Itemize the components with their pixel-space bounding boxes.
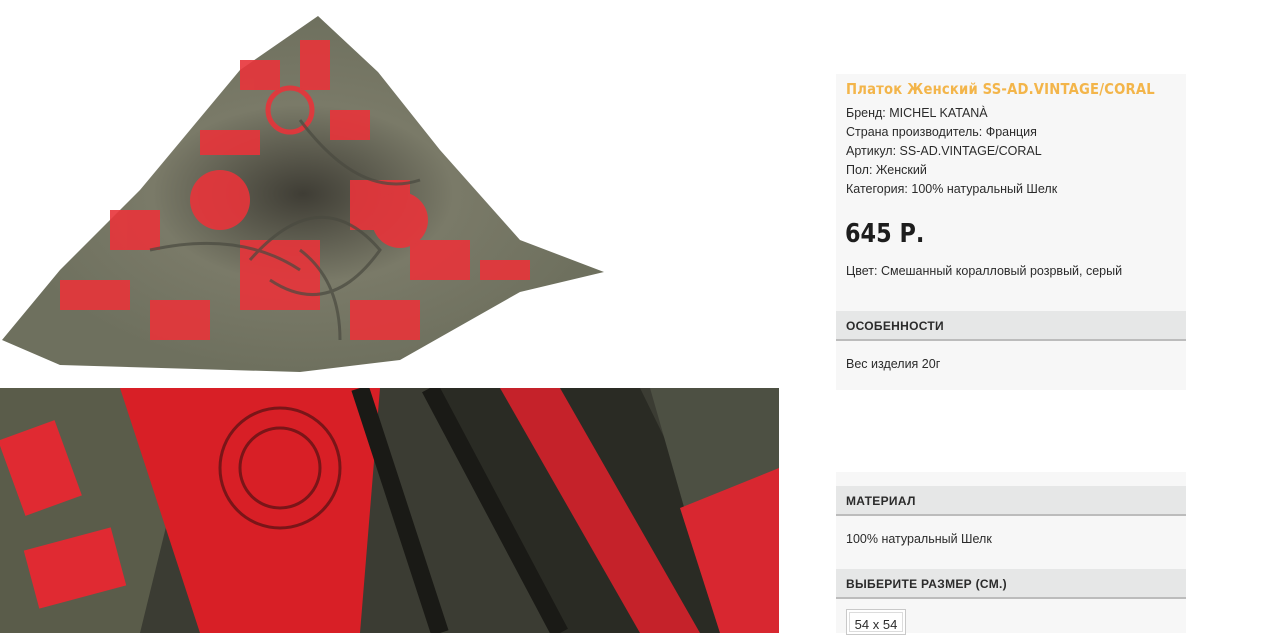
spec-country: Страна производитель: Франция: [846, 125, 1037, 139]
spec-sku: Артикул: SS-AD.VINTAGE/CORAL: [846, 144, 1042, 158]
spec-category: Категория: 100% натуральный Шелк: [846, 182, 1058, 196]
spec-gender: Пол: Женский: [846, 163, 927, 177]
product-price: 645 Р.: [845, 219, 925, 249]
spec-brand: Бренд: MICHEL KATANÀ: [846, 106, 988, 120]
features-heading[interactable]: ОСОБЕННОСТИ: [836, 311, 1186, 341]
size-option-54x54[interactable]: 54 x 54: [846, 609, 906, 635]
size-heading-label: ВЫБЕРИТЕ РАЗМЕР (СМ.): [846, 577, 1007, 591]
features-text: Вес изделия 20г: [846, 357, 941, 371]
material-heading-label: МАТЕРИАЛ: [846, 494, 916, 508]
features-heading-label: ОСОБЕННОСТИ: [846, 319, 944, 333]
material-size-card: МАТЕРИАЛ 100% натуральный Шелк ВЫБЕРИТЕ …: [836, 472, 1186, 635]
product-image-closeup[interactable]: [0, 388, 779, 633]
product-color: Цвет: Смешанный коралловый розрвый, серы…: [846, 264, 1123, 278]
material-text: 100% натуральный Шелк: [846, 532, 992, 546]
product-image-main[interactable]: [0, 0, 779, 388]
product-title: Платок Женский SS-AD.VINTAGE/CORAL: [846, 80, 1155, 98]
product-info-card: Платок Женский SS-AD.VINTAGE/CORAL Бренд…: [836, 74, 1186, 390]
material-heading[interactable]: МАТЕРИАЛ: [836, 486, 1186, 516]
size-heading[interactable]: ВЫБЕРИТЕ РАЗМЕР (СМ.): [836, 569, 1186, 599]
